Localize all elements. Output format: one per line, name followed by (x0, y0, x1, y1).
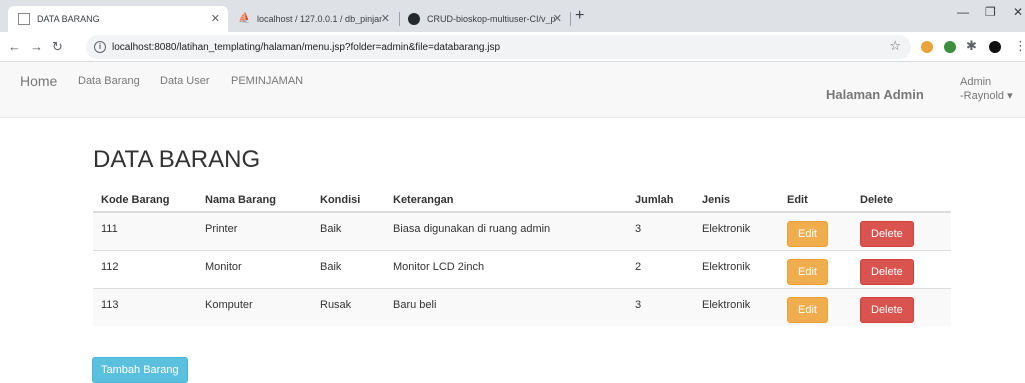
nav-link-peminjaman[interactable]: PEMINJAMAN (231, 75, 303, 87)
extensions-puzzle-icon[interactable]: ✱ (966, 38, 977, 54)
cell-kode: 112 (93, 249, 197, 288)
cell-kode: 113 (93, 287, 197, 326)
cell-delete: Delete (852, 211, 951, 250)
close-tab-icon[interactable]: ✕ (211, 12, 220, 25)
cell-delete: Delete (852, 249, 951, 288)
bookmark-star-icon[interactable]: ☆ (889, 38, 901, 54)
tab-separator (570, 12, 571, 26)
browser-toolbar: ← → ↻ i localhost:8080/latihan_templatin… (0, 32, 1025, 62)
browser-menu-icon[interactable]: ⋮ (1014, 38, 1025, 54)
tab-phpmyadmin[interactable]: ⛵ localhost / 127.0.0.1 / db_pinjam ✕ (228, 6, 398, 32)
extension-cookie-icon[interactable] (921, 41, 933, 53)
header-keterangan: Keterangan (385, 188, 627, 213)
forward-icon[interactable]: → (30, 39, 43, 54)
info-icon[interactable]: i (94, 41, 106, 53)
table-row: 112 Monitor Baik Monitor LCD 2inch 2 Ele… (93, 249, 951, 288)
navbar-brand-home[interactable]: Home (20, 73, 57, 89)
tab-github[interactable]: CRUD-bioskop-multiuser-CI/v_p ✕ (398, 6, 570, 32)
cell-nama: Monitor (197, 249, 312, 288)
profile-avatar-icon[interactable] (989, 41, 1001, 53)
header-nama-barang: Nama Barang (197, 188, 312, 213)
cell-kondisi: Baik (312, 211, 385, 250)
header-jenis: Jenis (694, 188, 779, 213)
github-icon (408, 13, 420, 25)
tab-title: DATA BARANG (37, 14, 100, 24)
delete-button[interactable]: Delete (860, 259, 914, 285)
reload-icon[interactable]: ↻ (52, 39, 63, 55)
nav-link-data-user[interactable]: Data User (160, 75, 210, 87)
cell-edit: Edit (779, 211, 852, 250)
cell-kondisi: Rusak (312, 287, 385, 326)
close-tab-icon[interactable]: ✕ (381, 12, 390, 25)
cell-jenis: Elektronik (694, 249, 779, 288)
tab-title: localhost / 127.0.0.1 / db_pinjam (257, 14, 382, 24)
minimize-icon[interactable]: — (957, 5, 969, 19)
browser-tab-strip: DATA BARANG ✕ ⛵ localhost / 127.0.0.1 / … (0, 0, 1025, 32)
cell-kondisi: Baik (312, 249, 385, 288)
close-window-icon[interactable]: ✕ (1013, 5, 1023, 19)
restore-icon[interactable]: ❐ (985, 5, 996, 19)
cell-delete: Delete (852, 287, 951, 326)
delete-button[interactable]: Delete (860, 221, 914, 248)
table-header-row: Kode Barang Nama Barang Kondisi Keterang… (93, 188, 951, 213)
header-jumlah: Jumlah (627, 188, 694, 213)
cell-keterangan: Baru beli (385, 287, 627, 326)
cell-edit: Edit (779, 287, 852, 326)
cell-nama: Komputer (197, 287, 312, 326)
cell-nama: Printer (197, 211, 312, 250)
user-dropdown[interactable]: Admin -Raynold ▾ (960, 75, 1013, 103)
tab-data-barang[interactable]: DATA BARANG ✕ (8, 6, 228, 32)
edit-button[interactable]: Edit (787, 221, 828, 248)
header-kondisi: Kondisi (312, 188, 385, 213)
cell-jenis: Elektronik (694, 287, 779, 326)
page-title: DATA BARANG (93, 146, 261, 173)
page-favicon-icon (18, 13, 30, 25)
nav-link-data-barang[interactable]: Data Barang (78, 75, 140, 87)
url-text: localhost:8080/latihan_templating/halama… (112, 41, 501, 53)
extension-globe-icon[interactable] (944, 41, 956, 53)
table-row: 113 Komputer Rusak Baru beli 3 Elektroni… (93, 287, 951, 326)
new-tab-icon[interactable]: + (575, 7, 584, 25)
cell-keterangan: Biasa digunakan di ruang admin (385, 211, 627, 250)
back-icon[interactable]: ← (8, 39, 21, 54)
header-kode-barang: Kode Barang (93, 188, 197, 213)
app-navbar: Home Data Barang Data User PEMINJAMAN Ha… (0, 62, 1025, 118)
cell-jumlah: 3 (627, 287, 694, 326)
user-role: Admin (960, 76, 992, 88)
cell-edit: Edit (779, 249, 852, 288)
phpmyadmin-icon: ⛵ (238, 13, 251, 24)
delete-button[interactable]: Delete (860, 297, 914, 324)
header-edit: Edit (779, 188, 852, 213)
cell-jumlah: 2 (627, 249, 694, 288)
barang-table: Kode Barang Nama Barang Kondisi Keterang… (93, 188, 951, 326)
tambah-barang-button[interactable]: Tambah Barang (92, 357, 188, 383)
edit-button[interactable]: Edit (787, 259, 828, 285)
cell-jenis: Elektronik (694, 211, 779, 250)
tab-title: CRUD-bioskop-multiuser-CI/v_p (427, 14, 556, 24)
table-row: 111 Printer Baik Biasa digunakan di ruan… (93, 211, 951, 250)
header-delete: Delete (852, 188, 951, 213)
edit-button[interactable]: Edit (787, 297, 828, 324)
close-tab-icon[interactable]: ✕ (553, 12, 562, 25)
cell-keterangan: Monitor LCD 2inch (385, 249, 627, 288)
cell-kode: 111 (93, 211, 197, 250)
user-name: -Raynold ▾ (960, 90, 1013, 102)
cell-jumlah: 3 (627, 211, 694, 250)
address-bar[interactable]: i localhost:8080/latihan_templating/hala… (86, 35, 911, 59)
admin-title: Halaman Admin (826, 87, 924, 102)
